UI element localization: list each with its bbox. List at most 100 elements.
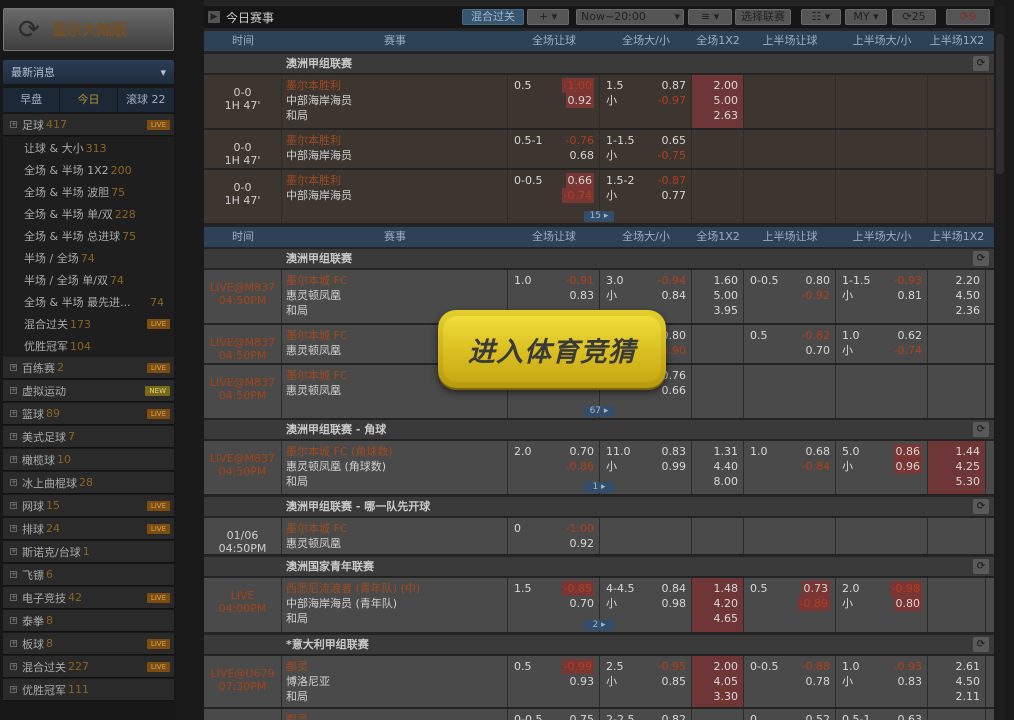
refresh-icon[interactable]: ⟳ bbox=[973, 637, 989, 652]
odds-value[interactable]: -0.89 bbox=[797, 596, 830, 611]
football-sub-item[interactable]: 半场 / 全场 单/双 74 bbox=[3, 269, 174, 291]
odds-value[interactable]: -0.76 bbox=[566, 133, 594, 148]
away-team[interactable]: 惠灵顿凤凰 (角球数) bbox=[286, 459, 507, 474]
odds-value[interactable]: 0.65 bbox=[662, 133, 687, 148]
football-sub-item[interactable]: 全场 & 半场 单/双 228 bbox=[3, 203, 174, 225]
odds-value[interactable]: -0.86 bbox=[566, 459, 594, 474]
away-team[interactable]: 博洛尼亚 bbox=[286, 674, 507, 689]
odds-value[interactable]: 0.66 bbox=[565, 173, 594, 188]
home-team[interactable]: 墨尔本胜利 bbox=[286, 173, 507, 188]
odds-value[interactable]: 0.63 bbox=[898, 712, 923, 720]
away-team[interactable]: 惠灵顿凤凰 bbox=[286, 536, 507, 551]
home-team[interactable]: 都灵 bbox=[286, 712, 507, 720]
odds-value[interactable]: 2.00 bbox=[692, 659, 739, 674]
news-bar[interactable]: 最新消息 ▾ bbox=[3, 60, 174, 84]
tab-today[interactable]: 今日 bbox=[60, 88, 118, 112]
odds-value[interactable]: 0.77 bbox=[662, 188, 687, 203]
odds-value[interactable]: 0.93 bbox=[570, 674, 595, 689]
odds-value[interactable]: -0.82 bbox=[802, 328, 830, 343]
refresh-icon[interactable]: ⟳ bbox=[973, 251, 989, 266]
odds-type-select[interactable]: MY ▾ bbox=[845, 9, 887, 25]
odds-value[interactable]: -0.74 bbox=[894, 343, 922, 358]
home-team[interactable]: 都灵 bbox=[286, 659, 507, 674]
odds-value[interactable]: 2.00 bbox=[692, 78, 739, 93]
odds-value[interactable]: 1.48 bbox=[692, 581, 739, 596]
odds-value[interactable]: 0.83 bbox=[570, 288, 595, 303]
home-team[interactable]: 西悉尼流浪者 (青年队) (中) bbox=[286, 581, 507, 596]
sport-item[interactable]: + 优胜冠军 111 bbox=[3, 679, 174, 701]
odds-value[interactable]: -0.97 bbox=[658, 93, 686, 108]
odds-value[interactable]: 1.31 bbox=[692, 444, 739, 459]
odds-value[interactable]: 2.63 bbox=[692, 108, 739, 123]
more-bets-button[interactable]: 15 ▸ bbox=[584, 211, 614, 222]
sport-item[interactable]: + 飞镖 6 bbox=[3, 564, 174, 586]
sport-item[interactable]: + 篮球 89 LIVE bbox=[3, 403, 174, 425]
home-team[interactable]: 墨尔本城 FC bbox=[286, 521, 507, 536]
home-team[interactable]: 墨尔本胜利 bbox=[286, 78, 507, 93]
odds-value[interactable]: -0.95 bbox=[658, 659, 686, 674]
sport-item[interactable]: + 足球 417 LIVE bbox=[3, 114, 174, 136]
odds-value[interactable]: 4.20 bbox=[692, 596, 739, 611]
sort-button[interactable]: ≡ ▾ bbox=[688, 9, 732, 25]
odds-value[interactable]: 0.81 bbox=[898, 288, 923, 303]
odds-value[interactable]: 0.92 bbox=[565, 93, 594, 108]
odds-value[interactable]: 1.44 bbox=[928, 444, 981, 459]
odds-value[interactable]: 0.80 bbox=[893, 596, 922, 611]
away-team[interactable]: 中部海岸海员 bbox=[286, 148, 507, 163]
odds-value[interactable]: 4.65 bbox=[692, 611, 739, 626]
odds-value[interactable]: -0.99 bbox=[561, 659, 594, 674]
sport-item[interactable]: + 橄榄球 10 bbox=[3, 449, 174, 471]
odds-value[interactable]: -0.85 bbox=[561, 581, 594, 596]
tab-inplay[interactable]: 滚球 22 bbox=[118, 88, 174, 112]
odds-value[interactable]: -0.94 bbox=[658, 273, 686, 288]
odds-value[interactable]: -0.93 bbox=[894, 659, 922, 674]
odds-value[interactable]: 0.96 bbox=[893, 459, 922, 474]
odds-value[interactable]: 0.70 bbox=[570, 596, 595, 611]
away-team[interactable]: 惠灵顿凤凰 bbox=[286, 288, 507, 303]
odds-value[interactable]: 2.61 bbox=[928, 659, 981, 674]
refresh-icon[interactable]: ⟳ bbox=[973, 56, 989, 71]
football-sub-item[interactable]: 优胜冠军 104 bbox=[3, 335, 174, 357]
odds-value[interactable]: -0.93 bbox=[894, 273, 922, 288]
scrollbar-thumb[interactable] bbox=[996, 34, 1004, 174]
sport-item[interactable]: + 虚拟运动 NEW bbox=[3, 380, 174, 402]
more-bets-button[interactable]: 1 ▸ bbox=[584, 482, 614, 493]
sport-item[interactable]: + 美式足球 7 bbox=[3, 426, 174, 448]
sport-item[interactable]: + 板球 8 LIVE bbox=[3, 633, 174, 655]
odds-value[interactable]: 0.62 bbox=[898, 328, 923, 343]
odds-value[interactable]: 4.50 bbox=[928, 288, 981, 303]
mainland-version-button[interactable]: ⟳ 显示大陆版 bbox=[3, 8, 174, 51]
home-team[interactable]: 墨尔本胜利 bbox=[286, 133, 507, 148]
odds-value[interactable]: 4.05 bbox=[692, 674, 739, 689]
refresh-button[interactable]: ⟳25 bbox=[892, 9, 936, 25]
odds-value[interactable]: 2.11 bbox=[928, 689, 981, 704]
odds-value[interactable]: 0.84 bbox=[662, 288, 687, 303]
odds-value[interactable]: 0.98 bbox=[662, 596, 687, 611]
more-bets-button[interactable]: 67 ▸ bbox=[584, 406, 614, 417]
away-team[interactable]: 中部海岸海员 (青年队) bbox=[286, 596, 507, 611]
odds-value[interactable]: 0.82 bbox=[662, 712, 687, 720]
more-bets-button[interactable]: 2 ▸ bbox=[584, 620, 614, 631]
odds-value[interactable]: -0.91 bbox=[566, 273, 594, 288]
odds-value[interactable]: 0.70 bbox=[806, 343, 831, 358]
odds-value[interactable]: 3.95 bbox=[692, 303, 739, 318]
odds-value[interactable]: 0.68 bbox=[806, 444, 831, 459]
odds-value[interactable]: 5.00 bbox=[692, 93, 739, 108]
odds-value[interactable]: -0.87 bbox=[658, 173, 686, 188]
sport-item[interactable]: + 冰上曲棍球 28 bbox=[3, 472, 174, 494]
odds-value[interactable]: -1.00 bbox=[566, 521, 594, 536]
odds-value[interactable]: 4.40 bbox=[692, 459, 739, 474]
odds-value[interactable]: -0.98 bbox=[889, 581, 922, 596]
odds-value[interactable]: 3.30 bbox=[692, 689, 739, 704]
odds-value[interactable]: 0.84 bbox=[662, 581, 687, 596]
odds-value[interactable]: 0.92 bbox=[570, 536, 595, 551]
odds-value[interactable]: 4.50 bbox=[928, 674, 981, 689]
football-sub-item[interactable]: 全场 & 半场 波胆 75 bbox=[3, 181, 174, 203]
odds-value[interactable]: 0.70 bbox=[570, 444, 595, 459]
odds-value[interactable]: 2.36 bbox=[928, 303, 981, 318]
home-team[interactable]: 墨尔本城 FC (角球数) bbox=[286, 444, 507, 459]
sport-item[interactable]: + 斯诺克/台球 1 bbox=[3, 541, 174, 563]
time-range-select[interactable]: Now~20:00 ▾ bbox=[576, 9, 684, 25]
odds-value[interactable]: 0.78 bbox=[806, 674, 831, 689]
sport-item[interactable]: + 排球 24 LIVE bbox=[3, 518, 174, 540]
